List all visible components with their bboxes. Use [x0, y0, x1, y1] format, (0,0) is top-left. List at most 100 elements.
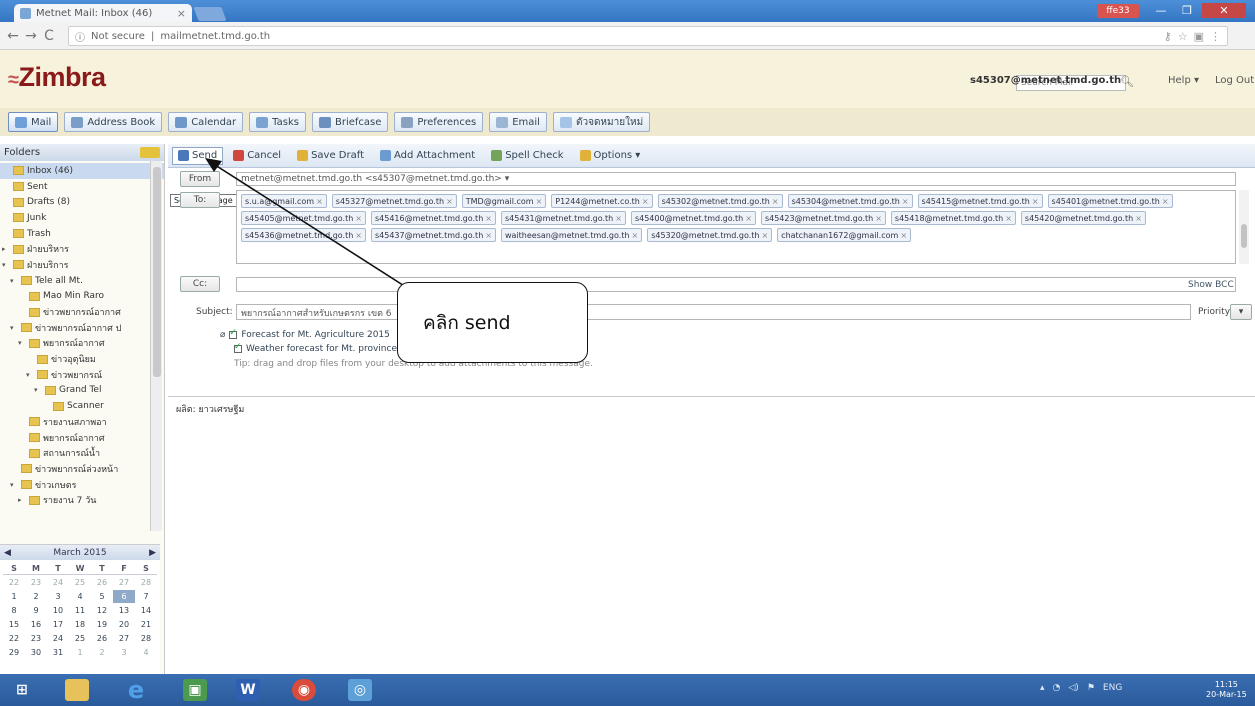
folder-item[interactable]: ▾ พยากรณ์อากาศ	[0, 336, 164, 352]
word-icon[interactable]: W	[236, 679, 260, 701]
expand-toggle-icon[interactable]: ▾	[18, 339, 26, 347]
calendar-day[interactable]: 23	[25, 576, 47, 589]
calendar-day[interactable]: 24	[47, 576, 69, 589]
recipient-chip[interactable]: TMD@gmail.com ×	[461, 194, 547, 208]
menu-icon[interactable]: ⋮	[1210, 30, 1221, 43]
folder-item[interactable]: ▾ ฝ่ายบริการ	[0, 257, 164, 273]
recipient-chip[interactable]: waitheesan@metnet.tmd.go.th ×	[500, 228, 643, 242]
internet-explorer-icon[interactable]: e	[124, 676, 148, 704]
calendar-day[interactable]: 4	[135, 646, 157, 659]
remove-recipient-icon[interactable]: ×	[355, 231, 362, 240]
recipient-chip[interactable]: s45431@metnet.tmd.go.th ×	[500, 211, 626, 225]
expand-toggle-icon[interactable]: ▸	[2, 245, 10, 253]
calendar-day[interactable]: 3	[47, 590, 69, 603]
folder-item[interactable]: ▾ ข่าวพยากรณ์	[0, 367, 164, 383]
calendar-day[interactable]: 15	[3, 618, 25, 631]
calendar-day[interactable]: 3	[113, 646, 135, 659]
help-link[interactable]: Help ▾	[1168, 75, 1199, 86]
remove-recipient-icon[interactable]: ×	[642, 197, 649, 206]
expand-toggle-icon[interactable]: ▾	[2, 261, 10, 269]
calendar-day[interactable]: 30	[25, 646, 47, 659]
remove-recipient-icon[interactable]: ×	[485, 231, 492, 240]
recipient-chip[interactable]: s45416@metnet.tmd.go.th ×	[370, 211, 496, 225]
tab-1[interactable]: Mail	[8, 112, 59, 132]
language-indicator[interactable]: ENG	[1103, 683, 1122, 693]
recipient-chip[interactable]: s45327@metnet.tmd.go.th ×	[331, 194, 457, 208]
calendar-day[interactable]: 28	[135, 576, 157, 589]
recipient-chip[interactable]: s45405@metnet.tmd.go.th ×	[241, 211, 366, 225]
subject-input[interactable]: พยากรณ์อากาศสำหรับเกษตรกร เขต 6	[236, 304, 1191, 320]
calendar-day[interactable]: 8	[3, 604, 25, 617]
folder-item[interactable]: Trash	[0, 226, 164, 242]
folder-item[interactable]: ข่าวพยากรณ์ล่วงหน้า	[0, 461, 164, 477]
recipient-chip[interactable]: s45437@metnet.tmd.go.th ×	[370, 228, 496, 242]
folder-options-icon[interactable]	[140, 147, 160, 158]
folder-item[interactable]: รายงานสภาพอา	[0, 414, 164, 430]
app-icon[interactable]: ▣	[183, 679, 207, 701]
recipient-chip[interactable]: s45415@metnet.tmd.go.th ×	[917, 194, 1043, 208]
remove-recipient-icon[interactable]: ×	[631, 231, 638, 240]
remove-recipient-icon[interactable]: ×	[316, 197, 323, 206]
calendar-day[interactable]: 2	[25, 590, 47, 603]
remove-recipient-icon[interactable]: ×	[772, 197, 779, 206]
scroll-thumb[interactable]	[153, 167, 161, 377]
tab-4[interactable]: Tasks	[249, 112, 306, 132]
maximize-button[interactable]: ❐	[1174, 3, 1200, 18]
folder-item[interactable]: สถานการณ์น้ำ	[0, 445, 164, 461]
calendar-day[interactable]: 6	[113, 590, 135, 603]
reload-icon[interactable]: C	[40, 28, 58, 44]
star-icon[interactable]: ☆	[1178, 30, 1188, 43]
calendar-day[interactable]: 5	[91, 590, 113, 603]
calendar-day[interactable]: 16	[25, 618, 47, 631]
folder-item[interactable]: พยากรณ์อากาศ	[0, 430, 164, 446]
close-tab-icon[interactable]: ×	[177, 7, 186, 20]
expand-toggle-icon[interactable]: ▾	[10, 324, 18, 332]
calendar-day[interactable]: 9	[25, 604, 47, 617]
calendar-day[interactable]: 13	[113, 604, 135, 617]
calendar-day[interactable]: 4	[69, 590, 91, 603]
priority-dropdown[interactable]: ▾	[1230, 304, 1252, 320]
expand-toggle-icon[interactable]: ▾	[34, 386, 42, 394]
folder-item[interactable]: ▾ ข่าวเกษตร	[0, 477, 164, 493]
recipient-chip[interactable]: s45423@metnet.tmd.go.th ×	[760, 211, 886, 225]
chrome-active-icon[interactable]: ◎	[348, 679, 372, 701]
calendar-day[interactable]: 27	[113, 576, 135, 589]
scroll-thumb[interactable]	[1241, 224, 1247, 248]
calendar-day[interactable]: 22	[3, 632, 25, 645]
calendar-day[interactable]: 20	[113, 618, 135, 631]
calendar-day[interactable]: 25	[69, 632, 91, 645]
calendar-day[interactable]: 29	[3, 646, 25, 659]
folder-scrollbar[interactable]	[150, 161, 162, 531]
calendar-day[interactable]: 25	[69, 576, 91, 589]
attachment-checkbox[interactable]	[229, 328, 238, 339]
recipient-chip[interactable]: P1244@metnet.co.th ×	[551, 194, 653, 208]
url-input[interactable]: ⓘ Not secure | mailmetnet.tmd.go.th ⚷ ☆ …	[68, 26, 1228, 46]
recipient-chip[interactable]: s45320@metnet.tmd.go.th ×	[647, 228, 773, 242]
calendar-day[interactable]: 28	[135, 632, 157, 645]
remove-recipient-icon[interactable]: ×	[1162, 197, 1169, 206]
tab-3[interactable]: Calendar	[168, 112, 244, 132]
remove-recipient-icon[interactable]: ×	[355, 214, 362, 223]
send-button[interactable]: Send	[172, 146, 224, 165]
to-field[interactable]: s.u.a@gmail.com × s45327@metnet.tmd.go.th ×…	[236, 190, 1236, 264]
folder-item[interactable]: ▾ ข่าวพยากรณ์อากาศ ป	[0, 320, 164, 336]
search-icon[interactable]: 🔍︎	[1120, 75, 1134, 88]
calendar-day[interactable]: 26	[91, 576, 113, 589]
recipient-chip[interactable]: s.u.a@gmail.com ×	[241, 194, 327, 208]
add-attachment-button[interactable]: Add Attachment	[374, 147, 481, 165]
browser-tab[interactable]: Metnet Mail: Inbox (46) ×	[14, 4, 192, 22]
remove-recipient-icon[interactable]: ×	[485, 214, 492, 223]
forward-arrow-icon[interactable]: →	[22, 28, 40, 44]
attachment-checkbox[interactable]	[234, 342, 242, 353]
folder-item[interactable]: ▸ รายงาน 7 วัน	[0, 492, 164, 508]
expand-toggle-icon[interactable]: ▾	[26, 371, 34, 379]
remove-recipient-icon[interactable]: ×	[536, 197, 543, 206]
chrome-icon[interactable]: ◉	[292, 679, 316, 701]
calendar-day[interactable]: 21	[135, 618, 157, 631]
expand-toggle-icon[interactable]: ▾	[10, 481, 18, 489]
calendar-day[interactable]: 7	[135, 590, 157, 603]
remove-recipient-icon[interactable]: ×	[875, 214, 882, 223]
show-bcc-link[interactable]: Show BCC	[1188, 280, 1234, 290]
recipient-chip[interactable]: s45400@metnet.tmd.go.th ×	[630, 211, 756, 225]
calendar-day[interactable]: 1	[69, 646, 91, 659]
